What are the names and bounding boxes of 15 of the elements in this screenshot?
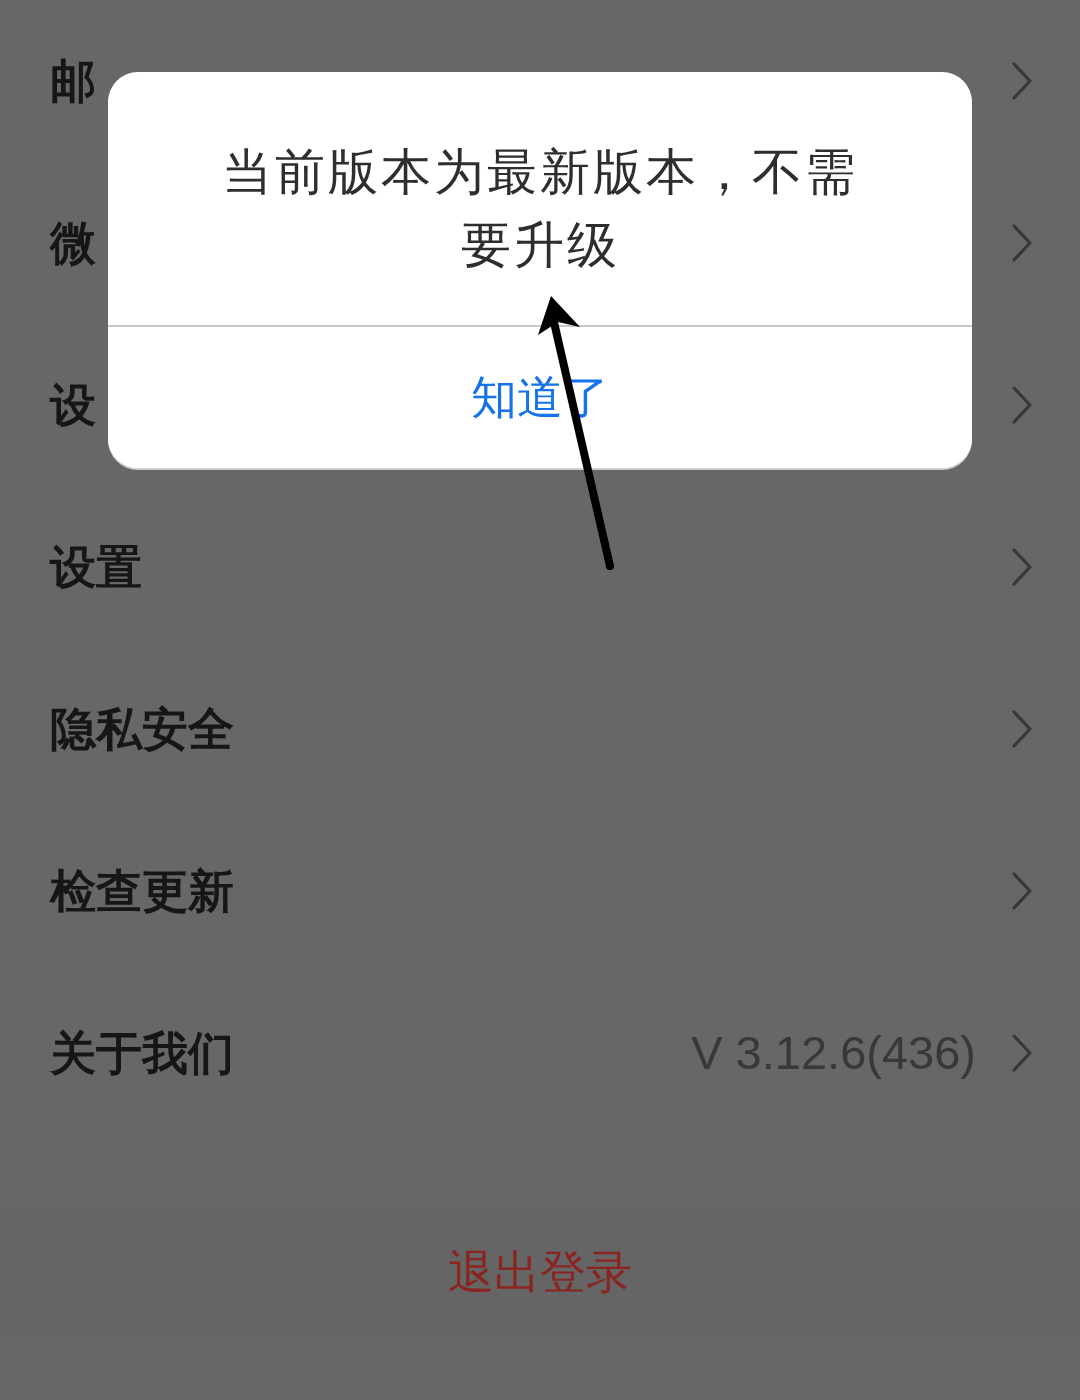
- chevron-icon: [1012, 386, 1032, 424]
- chevron-icon: [1012, 1034, 1032, 1072]
- chevron-icon: [1012, 548, 1032, 586]
- chevron-icon: [1012, 872, 1032, 910]
- settings-item[interactable]: 邮: [50, 55, 96, 107]
- dialog-message: 当前版本为最新版本，不需要升级: [221, 142, 859, 276]
- settings-item[interactable]: 检查更新: [50, 865, 234, 917]
- chevron-icon: [1012, 224, 1032, 262]
- settings-item[interactable]: 隐私安全: [50, 703, 234, 755]
- settings-item[interactable]: 设置: [50, 541, 142, 593]
- settings-item[interactable]: 微: [50, 217, 96, 269]
- chevron-icon: [1012, 62, 1032, 100]
- chevron-icon: [1012, 710, 1032, 748]
- settings-item[interactable]: 关于我们: [50, 1027, 234, 1079]
- settings-item[interactable]: 设: [50, 379, 96, 431]
